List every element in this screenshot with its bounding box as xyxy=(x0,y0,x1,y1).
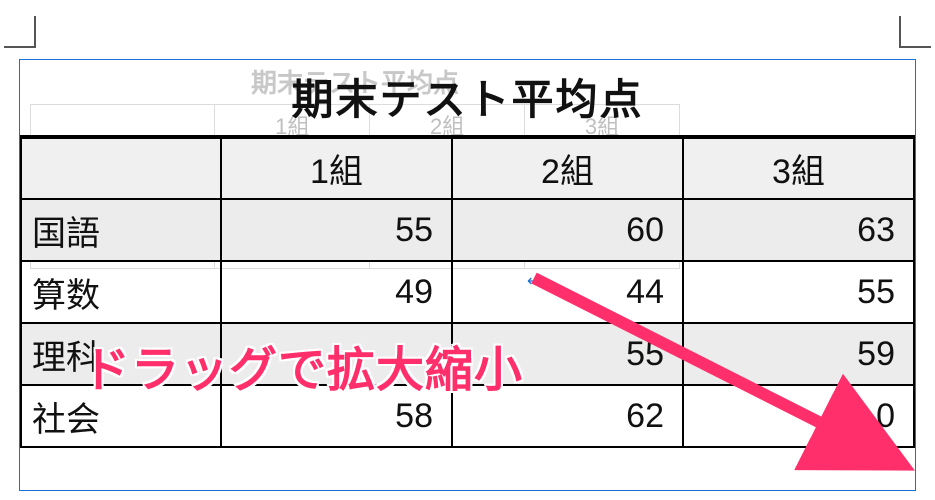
table-title: 期末テスト平均点 xyxy=(20,60,915,135)
table-row: 国語 55 60 63 xyxy=(21,199,914,261)
cell: 44 xyxy=(452,261,683,323)
header-col-1: 1組 xyxy=(221,137,452,199)
row-1-label: 算数 xyxy=(21,261,221,323)
cell-obscured: 0 xyxy=(683,385,914,447)
annotation-label: ドラッグで拡大縮小 xyxy=(82,330,523,400)
cell: 55 xyxy=(221,199,452,261)
header-col-3: 3組 xyxy=(683,137,914,199)
row-0-label: 国語 xyxy=(21,199,221,261)
paragraph-mark-icon: ↵ xyxy=(527,275,541,289)
crop-mark-top-right xyxy=(899,16,931,48)
cell: 59 xyxy=(683,323,914,385)
header-col-2: 2組 xyxy=(452,137,683,199)
object-selection-frame[interactable]: 期末テスト平均点 1組 2組 3組 国語 55 60 63 算数 49 44 xyxy=(20,60,915,490)
header-blank xyxy=(21,137,221,199)
crop-mark-top-left xyxy=(4,16,36,48)
cell: 63 xyxy=(683,199,914,261)
cell: 55 xyxy=(683,261,914,323)
table-row: 算数 49 44 55 xyxy=(21,261,914,323)
cell: 49 xyxy=(221,261,452,323)
cell: 60 xyxy=(452,199,683,261)
table-header-row: 1組 2組 3組 xyxy=(21,137,914,199)
